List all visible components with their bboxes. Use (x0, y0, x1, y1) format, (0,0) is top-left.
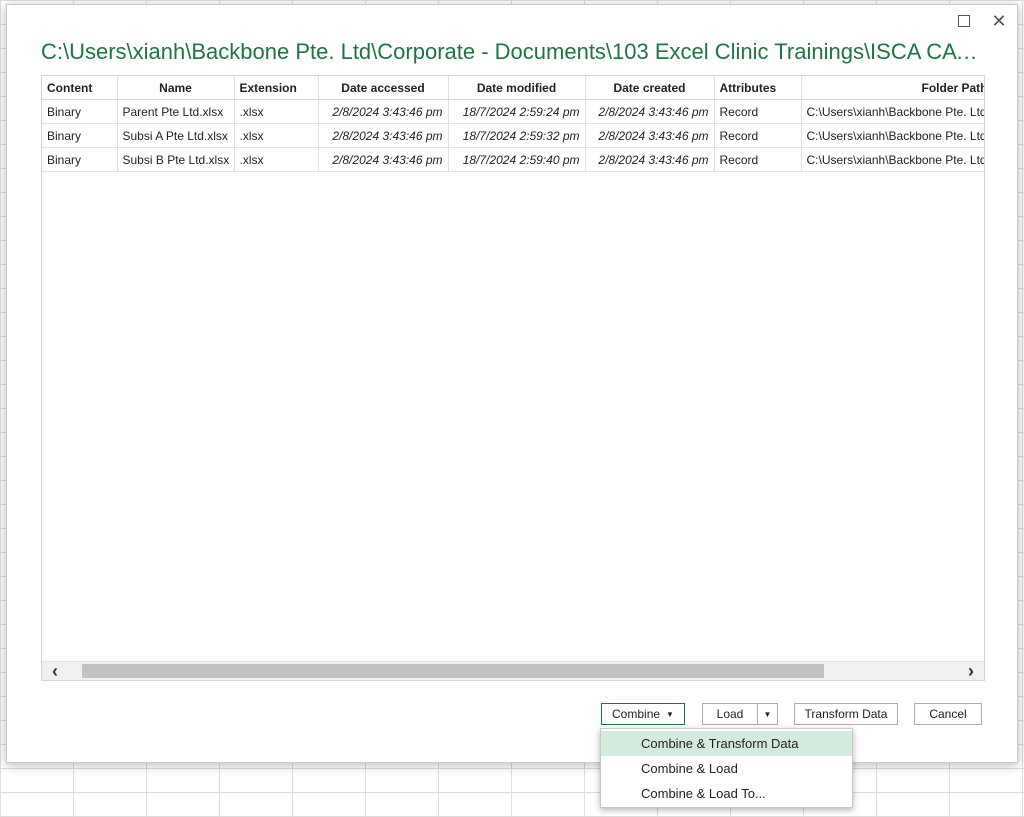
chevron-down-icon: ▼ (763, 709, 772, 719)
cell-date-created[interactable]: 2/8/2024 3:43:46 pm (585, 99, 715, 124)
cell-date-accessed[interactable]: 2/8/2024 3:43:46 pm (318, 147, 449, 172)
cell-date-modified[interactable]: 18/7/2024 2:59:24 pm (448, 99, 586, 124)
cell-name[interactable]: Parent Pte Ltd.xlsx (117, 99, 235, 124)
load-button-label: Load (716, 707, 744, 721)
scroll-left-icon[interactable]: ‹ (42, 661, 68, 681)
cell-extension[interactable]: .xlsx (234, 123, 319, 148)
table-row[interactable]: Binary Parent Pte Ltd.xlsx .xlsx 2/8/202… (42, 99, 984, 124)
combine-button[interactable]: Combine ▼ (601, 703, 685, 725)
load-dropdown-button[interactable]: ▼ (757, 703, 778, 725)
files-table: Content Name Extension Date accessed Dat… (42, 76, 984, 172)
scroll-right-icon[interactable]: › (958, 661, 984, 681)
cell-attributes[interactable]: Record (714, 123, 802, 148)
table-row[interactable]: Binary Subsi A Pte Ltd.xlsx .xlsx 2/8/20… (42, 123, 984, 148)
cell-folder-path[interactable]: C:\Users\xianh\Backbone Pte. Ltd (801, 147, 984, 172)
cell-name[interactable]: Subsi B Pte Ltd.xlsx (117, 147, 235, 172)
transform-data-button[interactable]: Transform Data (794, 703, 898, 725)
navigator-dialog: ✕ C:\Users\xianh\Backbone Pte. Ltd\Corpo… (6, 4, 1018, 763)
column-header-extension[interactable]: Extension (234, 76, 319, 100)
column-header-date-modified[interactable]: Date modified (448, 76, 586, 100)
cell-name[interactable]: Subsi A Pte Ltd.xlsx (117, 123, 235, 148)
combine-button-label: Combine (612, 707, 661, 721)
cancel-button[interactable]: Cancel (914, 703, 982, 725)
cell-folder-path[interactable]: C:\Users\xianh\Backbone Pte. Ltd (801, 123, 984, 148)
cancel-button-label: Cancel (929, 707, 967, 721)
cell-date-accessed[interactable]: 2/8/2024 3:43:46 pm (318, 99, 449, 124)
cell-date-accessed[interactable]: 2/8/2024 3:43:46 pm (318, 123, 449, 148)
cell-content[interactable]: Binary (42, 99, 118, 124)
table-row[interactable]: Binary Subsi B Pte Ltd.xlsx .xlsx 2/8/20… (42, 147, 984, 172)
menu-item-combine-load-to[interactable]: Combine & Load To... (601, 781, 852, 806)
header-row: Content Name Extension Date accessed Dat… (42, 76, 984, 100)
cell-content[interactable]: Binary (42, 147, 118, 172)
column-header-attributes[interactable]: Attributes (714, 76, 802, 100)
menu-item-combine-load[interactable]: Combine & Load (601, 756, 852, 781)
cell-attributes[interactable]: Record (714, 99, 802, 124)
column-header-name[interactable]: Name (117, 76, 235, 100)
horizontal-scrollbar[interactable]: ‹ › (42, 661, 984, 680)
cell-folder-path[interactable]: C:\Users\xianh\Backbone Pte. Ltd (801, 99, 984, 124)
maximize-icon (958, 15, 970, 27)
cell-date-modified[interactable]: 18/7/2024 2:59:40 pm (448, 147, 586, 172)
close-button[interactable]: ✕ (987, 11, 1011, 31)
cell-content[interactable]: Binary (42, 123, 118, 148)
combine-dropdown-menu: Combine & Transform Data Combine & Load … (600, 728, 853, 808)
column-header-folder-path[interactable]: Folder Path (801, 76, 984, 100)
cell-extension[interactable]: .xlsx (234, 99, 319, 124)
chevron-down-icon: ▼ (666, 709, 674, 719)
transform-data-label: Transform Data (804, 707, 888, 721)
column-header-date-created[interactable]: Date created (585, 76, 715, 100)
cell-date-created[interactable]: 2/8/2024 3:43:46 pm (585, 147, 715, 172)
menu-item-combine-transform[interactable]: Combine & Transform Data (601, 731, 852, 756)
cell-extension[interactable]: .xlsx (234, 147, 319, 172)
dialog-title: C:\Users\xianh\Backbone Pte. Ltd\Corpora… (41, 39, 981, 64)
maximize-button[interactable] (952, 11, 976, 31)
column-header-content[interactable]: Content (42, 76, 118, 100)
scrollbar-thumb[interactable] (82, 664, 824, 678)
load-button[interactable]: Load (702, 703, 758, 725)
cell-date-created[interactable]: 2/8/2024 3:43:46 pm (585, 123, 715, 148)
close-icon: ✕ (991, 11, 1007, 31)
cell-date-modified[interactable]: 18/7/2024 2:59:32 pm (448, 123, 586, 148)
data-preview-grid[interactable]: Content Name Extension Date accessed Dat… (41, 75, 985, 681)
cell-attributes[interactable]: Record (714, 147, 802, 172)
column-header-date-accessed[interactable]: Date accessed (318, 76, 449, 100)
